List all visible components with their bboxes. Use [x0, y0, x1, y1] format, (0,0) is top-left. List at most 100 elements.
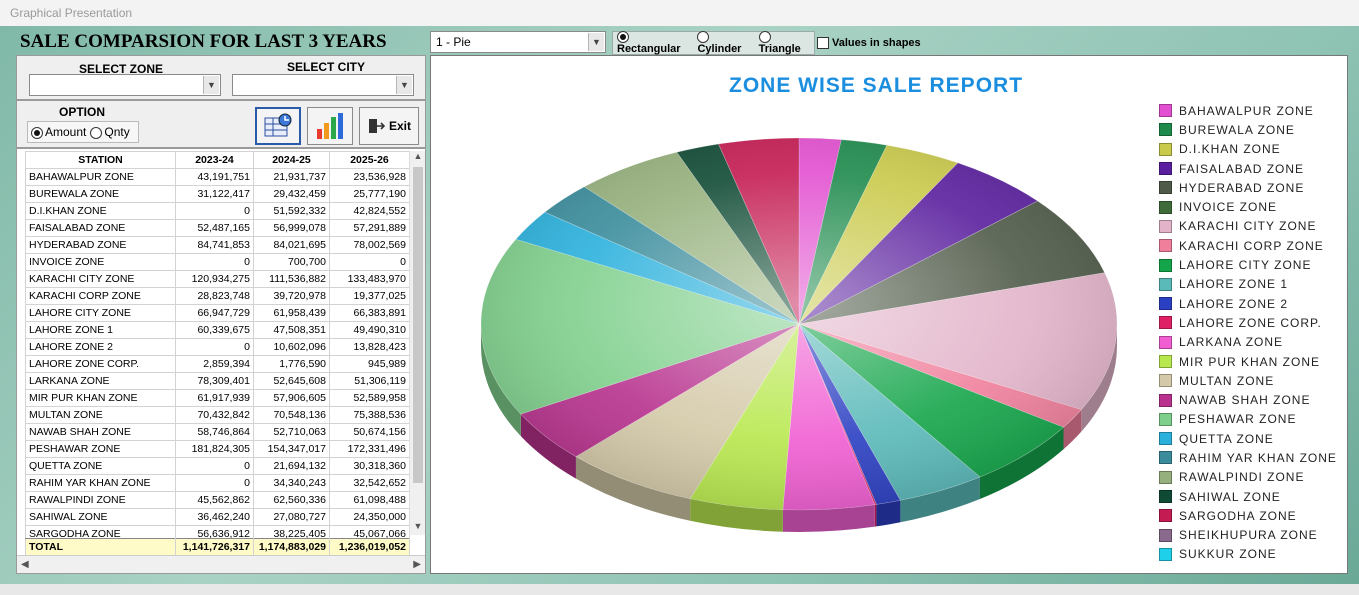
- radio-icon[interactable]: [617, 31, 629, 44]
- table-row[interactable]: RAWALPINDI ZONE 45,562,862 62,560,336 61,09…: [25, 491, 410, 509]
- city-select[interactable]: ▼: [232, 74, 414, 96]
- legend-label: HYDERABAD ZONE: [1179, 180, 1305, 195]
- table-header-row: STATION 2023-24 2024-25 2025-26: [25, 151, 410, 169]
- chart-view-button[interactable]: [307, 107, 353, 145]
- table-row[interactable]: RAHIM YAR KHAN ZONE 0 34,340,243 32,542,652: [25, 474, 410, 492]
- option-amount-radio[interactable]: Amount: [31, 125, 86, 139]
- amount-cell: 51,306,119: [329, 372, 410, 390]
- legend-label: LARKANA ZONE: [1179, 335, 1284, 350]
- exit-button[interactable]: Exit: [359, 107, 419, 145]
- amount-cell: 45,562,862: [175, 491, 254, 509]
- legend-label: SHEIKHUPURA ZONE: [1179, 528, 1318, 543]
- legend-item: LAHORE ZONE 2: [1159, 294, 1337, 313]
- table-row[interactable]: LAHORE ZONE 2 0 10,602,096 13,828,423: [25, 338, 410, 356]
- table-row[interactable]: MULTAN ZONE 70,432,842 70,548,136 75,388,53…: [25, 406, 410, 424]
- station-cell: KARACHI CORP ZONE: [25, 287, 176, 305]
- shape-option-rectangular[interactable]: Rectangular: [617, 31, 693, 55]
- chevron-down-icon[interactable]: ▼: [588, 33, 604, 51]
- table-row[interactable]: HYDERABAD ZONE 84,741,853 84,021,695 78,002…: [25, 236, 410, 254]
- legend-item: MIR PUR KHAN ZONE: [1159, 352, 1337, 371]
- vertical-scrollbar[interactable]: ▲ ▼: [409, 151, 425, 535]
- table-row[interactable]: MIR PUR KHAN ZONE 61,917,939 57,906,605 52,…: [25, 389, 410, 407]
- table-row[interactable]: LARKANA ZONE 78,309,401 52,645,608 51,306,1…: [25, 372, 410, 390]
- column-header[interactable]: 2024-25: [253, 151, 330, 169]
- horizontal-scrollbar[interactable]: ◀ ▶: [17, 555, 425, 573]
- amount-cell: 60,339,675: [175, 321, 254, 339]
- amount-cell: 0: [175, 338, 254, 356]
- radio-icon[interactable]: [697, 31, 710, 44]
- table-row[interactable]: PESHAWAR ZONE 181,824,305 154,347,017 172,3…: [25, 440, 410, 458]
- amount-cell: 50,674,156: [329, 423, 410, 441]
- scroll-right-icon[interactable]: ▶: [413, 559, 421, 570]
- chart-type-select[interactable]: 1 - Pie ▼: [430, 31, 606, 53]
- table-row[interactable]: LAHORE ZONE CORP. 2,859,394 1,776,590 945,9…: [25, 355, 410, 373]
- legend-swatch: [1159, 297, 1172, 311]
- amount-cell: 49,490,310: [329, 321, 410, 339]
- table-row[interactable]: D.I.KHAN ZONE 0 51,592,332 42,824,552: [25, 202, 410, 220]
- pie-chart: [480, 137, 1118, 532]
- table-row[interactable]: NAWAB SHAH ZONE 58,746,864 52,710,063 50,67…: [25, 423, 410, 441]
- option-qnty-radio[interactable]: Qnty: [90, 125, 130, 139]
- amount-cell: 75,388,536: [329, 406, 410, 424]
- scroll-up-icon[interactable]: ▲: [410, 151, 425, 165]
- radio-icon[interactable]: [31, 126, 43, 139]
- table-row[interactable]: FAISALABAD ZONE 52,487,165 56,999,078 57,29…: [25, 219, 410, 237]
- table-row[interactable]: LAHORE ZONE 1 60,339,675 47,508,351 49,490,…: [25, 321, 410, 339]
- legend-label: RAHIM YAR KHAN ZONE: [1179, 450, 1337, 465]
- shape-option-triangle[interactable]: Triangle: [758, 31, 814, 55]
- amount-cell: 172,331,496: [329, 440, 410, 458]
- amount-cell: 945,989: [329, 355, 410, 373]
- table-row[interactable]: BUREWALA ZONE 31,122,417 29,432,459 25,777,…: [25, 185, 410, 203]
- legend-swatch: [1159, 393, 1172, 407]
- table-row[interactable]: BAHAWALPUR ZONE 43,191,751 21,931,737 23,53…: [25, 168, 410, 186]
- legend-label: BAHAWALPUR ZONE: [1179, 103, 1314, 118]
- amount-cell: 52,710,063: [253, 423, 330, 441]
- column-header[interactable]: 2023-24: [175, 151, 254, 169]
- amount-cell: 32,542,652: [329, 474, 410, 492]
- zone-select[interactable]: ▼: [29, 74, 221, 96]
- amount-cell: 78,002,569: [329, 236, 410, 254]
- table-row[interactable]: LAHORE CITY ZONE 66,947,729 61,958,439 66,3…: [25, 304, 410, 322]
- table-row[interactable]: SAHIWAL ZONE 36,462,240 27,080,727 24,350,0…: [25, 508, 410, 526]
- amount-cell: 27,080,727: [253, 508, 330, 526]
- legend-label: NAWAB SHAH ZONE: [1179, 393, 1311, 408]
- legend-label: SARGODHA ZONE: [1179, 508, 1297, 523]
- values-in-shapes-checkbox[interactable]: Values in shapes: [817, 37, 921, 50]
- legend-label: PESHAWAR ZONE: [1179, 412, 1297, 427]
- bar-chart-icon: [317, 113, 343, 139]
- chevron-down-icon[interactable]: ▼: [396, 76, 412, 94]
- column-header[interactable]: STATION: [25, 151, 176, 169]
- checkbox-icon[interactable]: [817, 37, 829, 50]
- amount-cell: 58,746,864: [175, 423, 254, 441]
- legend-item: LAHORE ZONE CORP.: [1159, 313, 1337, 332]
- legend-item: SHEIKHUPURA ZONE: [1159, 526, 1337, 545]
- legend-swatch: [1159, 104, 1172, 118]
- table-chart-icon: [264, 113, 292, 137]
- amount-cell: 31,122,417: [175, 185, 254, 203]
- station-cell: HYDERABAD ZONE: [25, 236, 176, 254]
- amount-cell: 42,824,552: [329, 202, 410, 220]
- table-row[interactable]: KARACHI CITY ZONE 120,934,275 111,536,882 1…: [25, 270, 410, 288]
- legend-swatch: [1159, 335, 1172, 349]
- scroll-left-icon[interactable]: ◀: [21, 559, 29, 570]
- data-view-button[interactable]: [255, 107, 301, 145]
- amount-cell: 30,318,360: [329, 457, 410, 475]
- radio-icon[interactable]: [758, 31, 771, 44]
- pie-slice-side: [874, 504, 877, 527]
- table-row[interactable]: QUETTA ZONE 0 21,694,132 30,318,360: [25, 457, 410, 475]
- amount-cell: 28,823,748: [175, 287, 254, 305]
- sales-table: STATION 2023-24 2024-25 2025-26 BAHAWALP…: [25, 151, 410, 543]
- table-row[interactable]: INVOICE ZONE 0 700,700 0: [25, 253, 410, 271]
- amount-cell: 84,741,853: [175, 236, 254, 254]
- table-row[interactable]: KARACHI CORP ZONE 28,823,748 39,720,978 19,…: [25, 287, 410, 305]
- scroll-down-icon[interactable]: ▼: [410, 521, 425, 535]
- amount-cell: 21,694,132: [253, 457, 330, 475]
- radio-icon[interactable]: [90, 126, 103, 139]
- column-header[interactable]: 2025-26: [329, 151, 410, 169]
- shape-option-cylinder[interactable]: Cylinder: [697, 31, 754, 55]
- scroll-thumb[interactable]: [413, 167, 423, 483]
- legend-swatch: [1159, 432, 1172, 446]
- chevron-down-icon[interactable]: ▼: [203, 76, 219, 94]
- amount-cell: 36,462,240: [175, 508, 254, 526]
- amount-cell: 24,350,000: [329, 508, 410, 526]
